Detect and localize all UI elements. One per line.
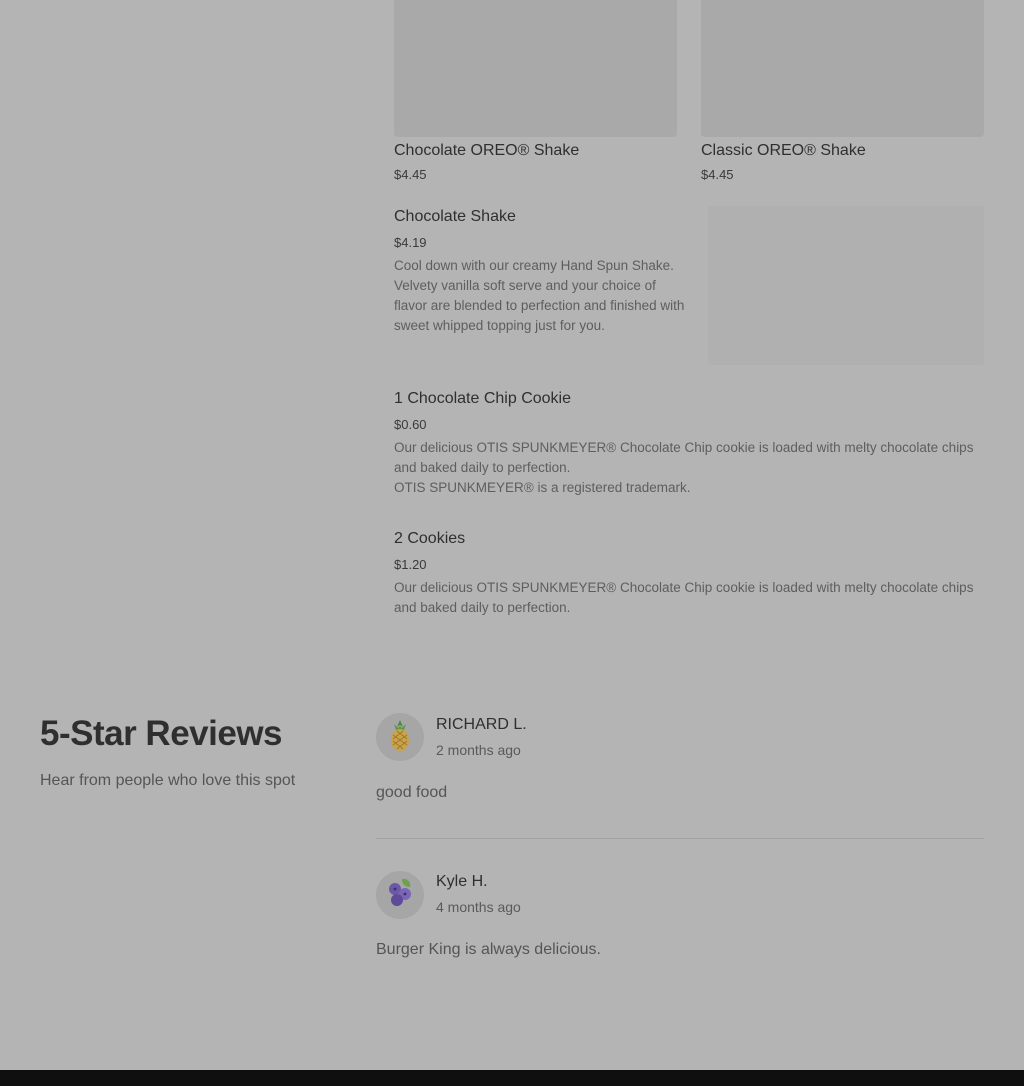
review-time: 4 months ago: [436, 899, 521, 915]
menu-item-title[interactable]: Chocolate Shake: [394, 208, 516, 226]
menu-item-price: $1.20: [394, 557, 427, 572]
review-text: good food: [376, 784, 448, 801]
menu-item-description: Cool down with our creamy Hand Spun Shak…: [394, 258, 685, 333]
reviewer-name: RICHARD L.: [436, 716, 527, 733]
pineapple-icon: [385, 718, 415, 757]
review-text: Burger King is always delicious.: [376, 941, 601, 958]
footer: [0, 1070, 1024, 1086]
product-image[interactable]: [708, 206, 984, 365]
divider: [376, 838, 984, 839]
avatar: [376, 871, 424, 919]
product-image[interactable]: [701, 0, 984, 137]
menu-item-title[interactable]: Classic OREO® Shake: [701, 142, 866, 160]
menu-item-title[interactable]: 1 Chocolate Chip Cookie: [394, 390, 571, 408]
menu-item-price: $4.45: [701, 167, 734, 182]
menu-item-description: Our delicious OTIS SPUNKMEYER® Chocolate…: [394, 440, 974, 475]
menu-item-title[interactable]: Chocolate OREO® Shake: [394, 142, 579, 160]
reviews-heading: 5-Star Reviews: [40, 714, 283, 753]
menu-item-price: $4.45: [394, 167, 427, 182]
reviewer-name: Kyle H.: [436, 873, 488, 890]
menu-item-price: $4.19: [394, 235, 427, 250]
review-time: 2 months ago: [436, 742, 521, 758]
product-image[interactable]: [394, 0, 677, 137]
menu-item-title[interactable]: 2 Cookies: [394, 530, 465, 548]
menu-item-description: Our delicious OTIS SPUNKMEYER® Chocolate…: [394, 580, 974, 615]
reviews-subheading: Hear from people who love this spot: [40, 772, 296, 789]
menu-item-price: $0.60: [394, 417, 427, 432]
menu-item-note: OTIS SPUNKMEYER® is a registered tradema…: [394, 480, 691, 495]
blueberries-icon: [384, 876, 416, 915]
avatar: [376, 713, 424, 761]
